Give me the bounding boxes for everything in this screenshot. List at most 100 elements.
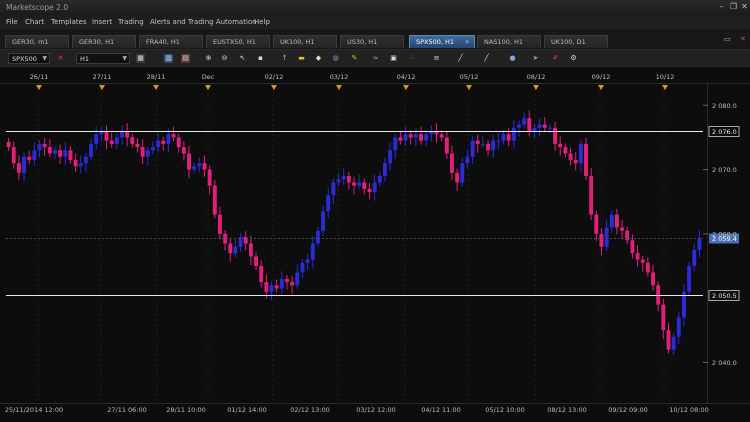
tab-uk100-h1[interactable]: UK100, H1	[273, 35, 337, 48]
candle-body	[553, 127, 558, 144]
instrument-select[interactable]: SPX500 ▼	[8, 53, 50, 64]
session-marker-icon[interactable]	[598, 85, 604, 90]
candle-body	[217, 214, 222, 234]
time-label: 25/11/2014 12:00	[5, 406, 63, 414]
candle-body	[207, 169, 212, 186]
menu-alerts[interactable]: Alerts and Trading Automation	[150, 18, 257, 26]
print-icon[interactable]: ▣	[389, 54, 398, 63]
tab-eustx50-h1[interactable]: EUSTX50, H1	[206, 35, 270, 48]
candle-body	[114, 137, 119, 144]
tab-us30-h1[interactable]: US30, H1	[340, 35, 404, 48]
candle-body	[506, 134, 511, 141]
tab-spx500-h1[interactable]: SPX500, H1 ✕	[409, 35, 475, 48]
session-marker-icon[interactable]	[153, 85, 159, 90]
candle-body	[491, 140, 496, 151]
chart-type-icon[interactable]: ▦	[136, 54, 145, 63]
candle-body	[357, 182, 362, 186]
tab-ger30-m1[interactable]: GER30, m1	[5, 35, 69, 48]
trendline-icon[interactable]: ╱	[482, 54, 491, 63]
candle-body	[666, 330, 671, 350]
session-marker-icon[interactable]	[403, 85, 409, 90]
session-marker-icon[interactable]	[466, 85, 472, 90]
restore-button[interactable]: ❐	[728, 2, 739, 12]
time-label: 04/12 11:00	[421, 406, 461, 414]
top-date-label: 09/12	[592, 73, 611, 81]
tab-ger30-h1[interactable]: GER30, H1	[72, 35, 136, 48]
time-label: 09/12 09:00	[608, 406, 648, 414]
price-chart[interactable]: 2 076.02 050.52 059.4 26/11 27/11 28/11 Dec…	[0, 68, 750, 422]
session-marker-icon[interactable]	[336, 85, 342, 90]
candle-chart-icon[interactable]: ▤	[181, 54, 190, 63]
candle-body	[109, 140, 114, 144]
candle-body	[89, 143, 94, 157]
candle-body	[501, 134, 506, 141]
session-marker-icon[interactable]	[271, 85, 277, 90]
candle-body	[346, 176, 351, 183]
menu-chart[interactable]: Chart	[25, 18, 44, 26]
menu-file[interactable]: File	[6, 18, 18, 26]
candle-body	[470, 140, 475, 157]
menu-bar: File Chart Templates Insert Trading Aler…	[0, 15, 750, 31]
candle-body	[202, 163, 207, 170]
session-marker-icon[interactable]	[533, 85, 539, 90]
menu-trading[interactable]: Trading	[118, 18, 144, 26]
menu-templates[interactable]: Templates	[51, 18, 87, 26]
time-label: 28/11 10:00	[166, 406, 206, 414]
buy-icon[interactable]: ↑	[280, 54, 289, 63]
minimize-button[interactable]: –	[716, 2, 727, 12]
search-icon[interactable]: ◍	[331, 54, 340, 63]
candle-body	[42, 143, 47, 148]
candle-body	[171, 134, 176, 138]
timeframe-select[interactable]: H1 ▼	[76, 53, 130, 64]
arrow-icon[interactable]: ➤	[531, 54, 540, 63]
candle-body	[295, 272, 300, 286]
ellipse-icon[interactable]: ●	[508, 54, 517, 63]
close-button[interactable]: ✕	[739, 2, 750, 12]
chevron-down-icon: ▼	[122, 55, 127, 62]
session-marker-icon[interactable]	[205, 85, 211, 90]
tab-close-icon[interactable]: ✕	[465, 36, 470, 49]
candle-body	[212, 185, 217, 215]
session-marker-icon[interactable]	[99, 85, 105, 90]
zoom-out-icon[interactable]: ⊖	[220, 54, 229, 63]
candle-body	[150, 147, 155, 151]
settings-icon[interactable]: ⚙	[569, 54, 578, 63]
candle-body	[331, 182, 336, 196]
session-marker-icon[interactable]	[662, 85, 668, 90]
tab-uk100-d1[interactable]: UK100, D1	[544, 35, 608, 48]
chart-area[interactable]: 2 076.0 2 050.5 2 059.4 26/11 27/11 28/11 Dec…	[0, 68, 750, 422]
candle-body	[661, 304, 666, 331]
time-label: 03/12 12:00	[356, 406, 396, 414]
grid-icon[interactable]: ⁘	[408, 54, 417, 63]
note-icon[interactable]: ▬	[297, 54, 306, 63]
candle-body	[537, 124, 542, 128]
eraser-icon[interactable]: ✐	[551, 54, 560, 63]
top-date-label: 03/12	[330, 73, 349, 81]
indicator-icon[interactable]: ≈	[371, 54, 380, 63]
fibonacci-icon[interactable]: ≡	[432, 54, 441, 63]
candle-body	[161, 140, 166, 144]
line-icon[interactable]: ╱	[456, 54, 465, 63]
instrument-value: SPX500	[12, 55, 37, 63]
crosshair-icon[interactable]: ▪	[256, 54, 265, 63]
level-label: 2 050.5	[712, 292, 737, 300]
tab-nas100-h1[interactable]: NAS100, H1	[477, 35, 541, 48]
zoom-in-icon[interactable]: ⊕	[204, 54, 213, 63]
chart-close-icon[interactable]: ✕	[740, 35, 746, 43]
menu-insert[interactable]: Insert	[92, 18, 112, 26]
pencil-icon[interactable]: ✎	[350, 54, 359, 63]
pointer-icon[interactable]: ↖	[238, 54, 247, 63]
candle-body	[264, 282, 269, 292]
chart-minimize-icon[interactable]: ▭	[724, 35, 731, 43]
top-date-label: 02/12	[265, 73, 284, 81]
chart-tab-bar: GER30, m1 GER30, H1 FRA40, H1 EUSTX50, H…	[0, 31, 750, 50]
menu-help[interactable]: Help	[254, 18, 270, 26]
session-marker-icon[interactable]	[36, 85, 42, 90]
remove-icon[interactable]: ✕	[56, 54, 65, 63]
candle-body	[197, 163, 202, 167]
bar-chart-icon[interactable]: ▥	[164, 54, 173, 63]
candle-body	[259, 266, 264, 283]
tab-fra40-h1[interactable]: FRA40, H1	[139, 35, 203, 48]
shape-icon[interactable]: ◆	[314, 54, 323, 63]
app-title: Marketscope 2.0	[6, 3, 69, 12]
